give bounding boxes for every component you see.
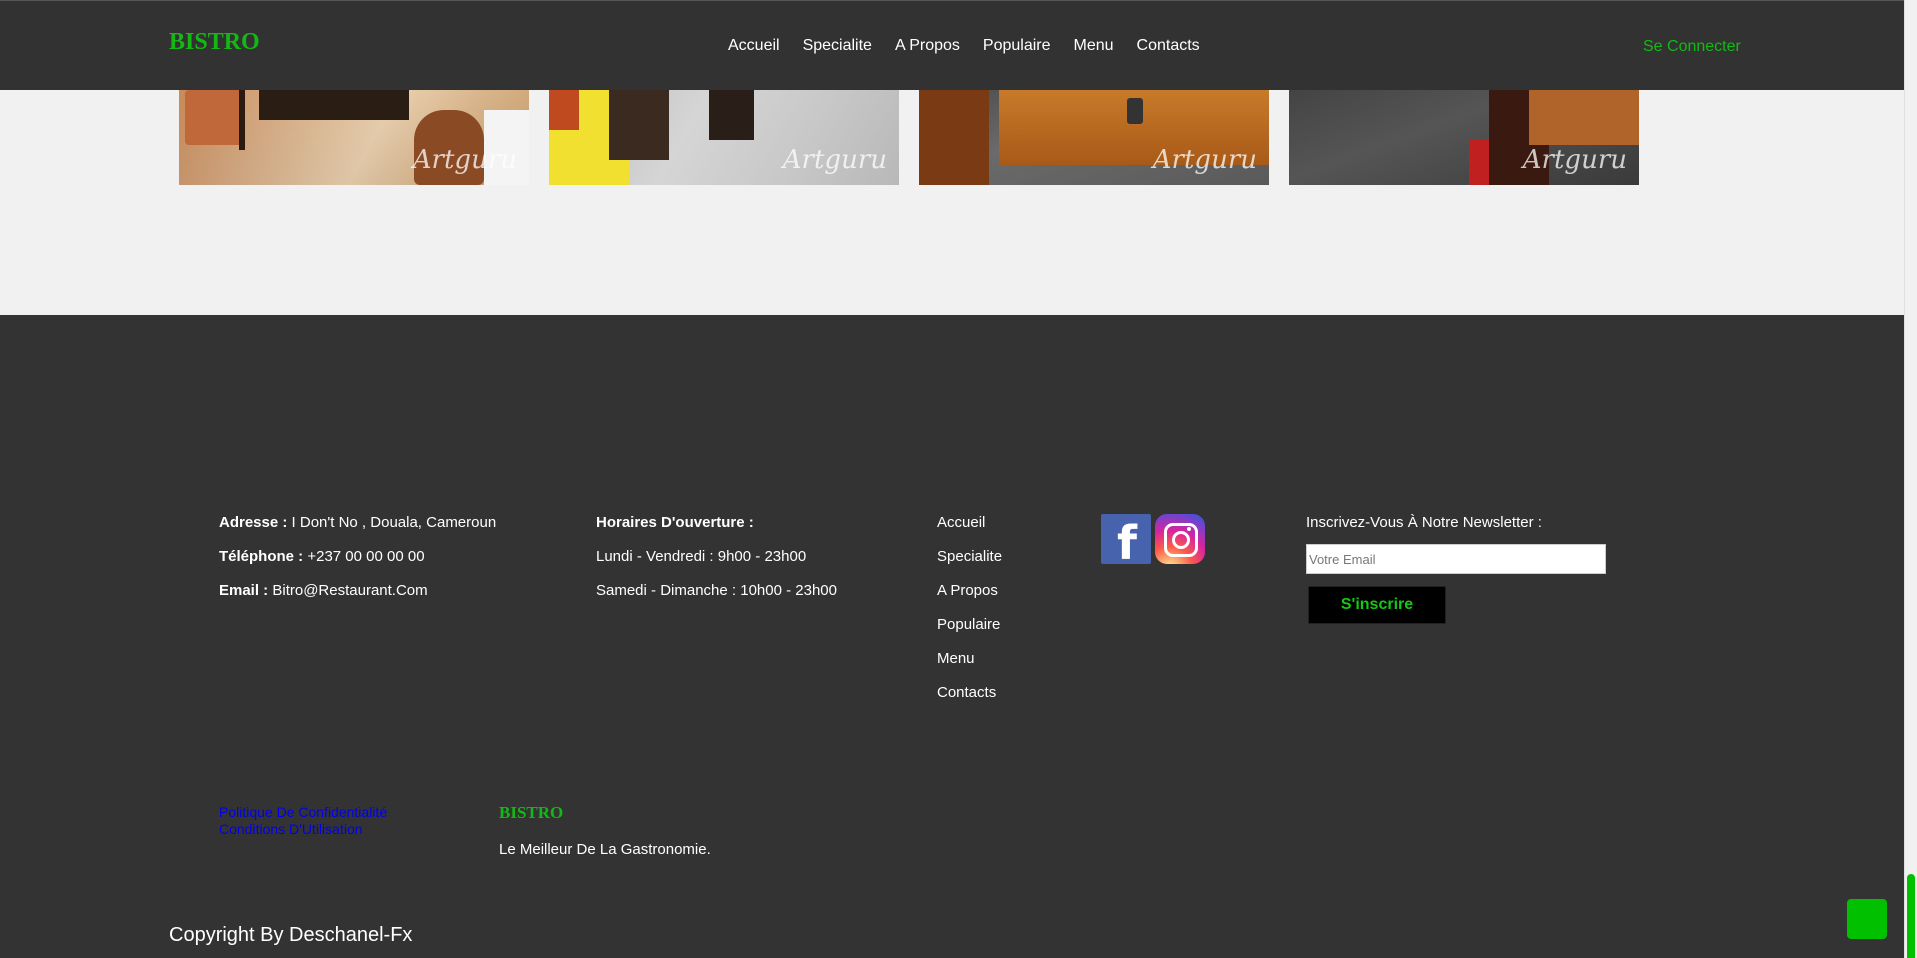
instagram-icon[interactable] (1155, 514, 1205, 564)
address-label: Adresse : (219, 514, 288, 531)
nav-a-propos[interactable]: A Propos (895, 37, 960, 55)
phone-label: Téléphone : (219, 548, 304, 565)
scrollbar[interactable] (1904, 0, 1917, 958)
email-value: Bitro@Restaurant.Com (268, 582, 428, 599)
main-nav: Accueil Specialite A Propos Populaire Me… (728, 37, 1223, 55)
nav-accueil[interactable]: Accueil (728, 37, 780, 55)
phone-value: +237 00 00 00 00 (303, 548, 425, 565)
copyright: Copyright By Deschanel-Fx (169, 924, 413, 946)
newsletter-email-input[interactable] (1306, 544, 1606, 574)
table-shape (1529, 90, 1639, 145)
opening-hours: Horaires D'ouverture : Lundi - Vendredi … (596, 514, 837, 616)
nav-menu[interactable]: Menu (1074, 37, 1114, 55)
site-footer: Adresse : I Don't No , Douala, Cameroun … (0, 315, 1905, 958)
footer-links: Accueil Specialite A Propos Populaire Me… (937, 514, 1002, 718)
gallery-photo-1[interactable]: Artguru (179, 90, 529, 185)
privacy-policy-link[interactable]: Politique De Confidentialité (219, 804, 387, 821)
gallery-photo-4[interactable]: Artguru (1289, 90, 1639, 185)
nav-populaire[interactable]: Populaire (983, 37, 1051, 55)
table-shape (259, 90, 409, 120)
contact-info: Adresse : I Don't No , Douala, Cameroun … (219, 514, 496, 616)
gallery-photo-2[interactable]: Artguru (549, 90, 899, 185)
terms-of-use-link[interactable]: Conditions D'Utilisation (219, 821, 387, 838)
email-line: Email : Bitro@Restaurant.Com (219, 582, 496, 616)
footer-link-specialite[interactable]: Specialite (937, 548, 1002, 582)
hours-weekdays: Lundi - Vendredi : 9h00 - 23h00 (596, 548, 807, 565)
footer-link-contacts[interactable]: Contacts (937, 684, 1002, 718)
brand-logo[interactable]: BISTRO (169, 29, 260, 56)
chair-shape (709, 90, 754, 140)
address-value: I Don't No , Douala, Cameroun (287, 514, 497, 531)
facebook-icon[interactable]: f (1101, 514, 1151, 568)
gallery-section: Artguru Artguru Artguru Artguru (0, 90, 1905, 315)
hours-title: Horaires D'ouverture : (596, 514, 754, 531)
footer-link-accueil[interactable]: Accueil (937, 514, 1002, 548)
footer-brand: BISTRO (499, 803, 564, 822)
watermark: Artguru (782, 145, 887, 175)
scrollbar-thumb[interactable] (1907, 874, 1915, 958)
chair-shape (185, 90, 245, 145)
social-links: f (1101, 514, 1205, 568)
newsletter-form: Inscrivez-Vous À Notre Newsletter : S'in… (1306, 514, 1606, 624)
jar-shape (1127, 98, 1143, 124)
phone-line: Téléphone : +237 00 00 00 00 (219, 548, 496, 582)
address-line: Adresse : I Don't No , Douala, Cameroun (219, 514, 496, 548)
chair-shape (609, 90, 669, 160)
footer-link-populaire[interactable]: Populaire (937, 616, 1002, 650)
hours-weekend: Samedi - Dimanche : 10h00 - 23h00 (596, 582, 837, 599)
watermark: Artguru (1522, 145, 1627, 175)
nav-specialite[interactable]: Specialite (803, 37, 872, 55)
page: BISTRO Accueil Specialite A Propos Popul… (0, 0, 1917, 958)
nav-contacts[interactable]: Contacts (1137, 37, 1200, 55)
gallery-photo-3[interactable]: Artguru (919, 90, 1269, 185)
footer-tagline: Le Meilleur De La Gastronomie. (499, 841, 711, 858)
site-header: BISTRO Accueil Specialite A Propos Popul… (0, 0, 1905, 91)
login-link[interactable]: Se Connecter (1643, 38, 1741, 56)
legal-links: Politique De Confidentialité Conditions … (219, 804, 387, 838)
watermark: Artguru (412, 145, 517, 175)
footer-link-a-propos[interactable]: A Propos (937, 582, 1002, 616)
table-leg-shape (239, 90, 245, 150)
email-label: Email : (219, 582, 269, 599)
seat-shape (549, 90, 579, 130)
watermark: Artguru (1152, 145, 1257, 175)
subscribe-button[interactable]: S'inscrire (1308, 586, 1446, 624)
chair-shape (919, 90, 989, 185)
footer-link-menu[interactable]: Menu (937, 650, 1002, 684)
back-to-top-button[interactable] (1847, 899, 1887, 939)
newsletter-title: Inscrivez-Vous À Notre Newsletter : (1306, 514, 1542, 531)
